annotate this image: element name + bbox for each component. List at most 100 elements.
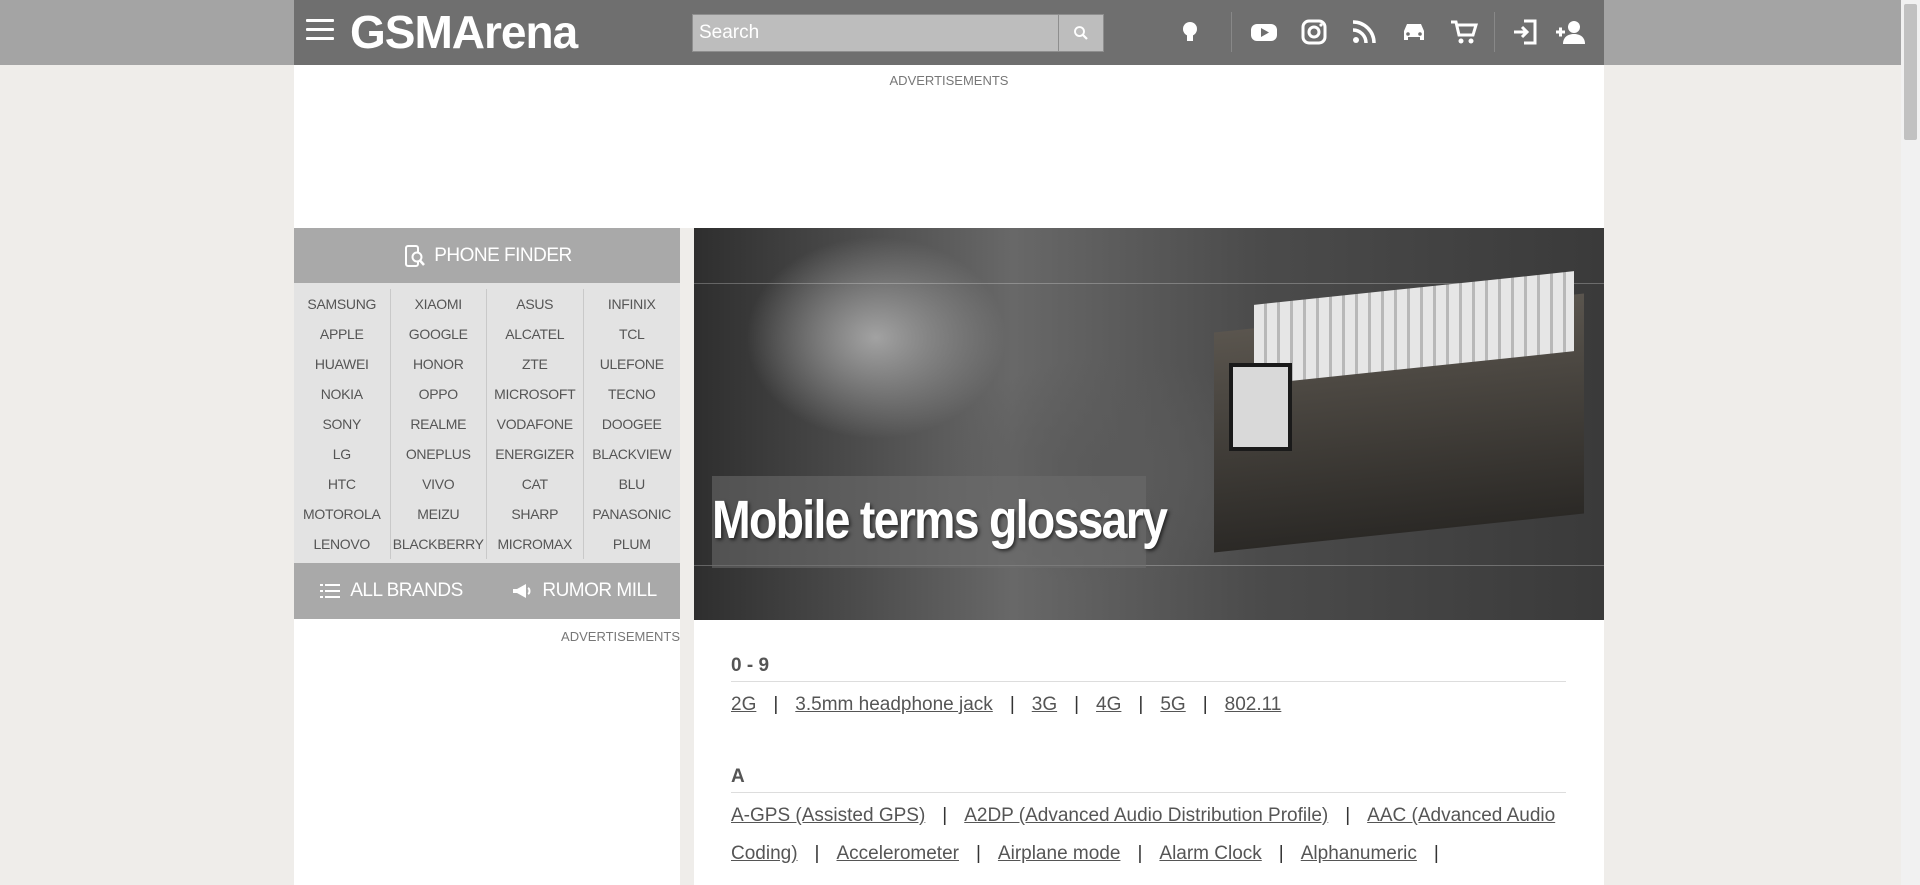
all-brands-button[interactable]: ALL BRANDS xyxy=(294,563,487,619)
header-divider xyxy=(1494,12,1495,52)
separator: | xyxy=(942,805,948,826)
ad-label: ADVERTISEMENTS xyxy=(889,73,1009,88)
glossary-content: 0 - 9 2G | 3.5mm headphone jack | 3G | 4G | 5G | 8… xyxy=(694,620,1604,885)
brand-link[interactable]: APPLE xyxy=(294,319,390,349)
term-link[interactable]: Airplane mode xyxy=(998,843,1121,864)
brand-column: SAMSUNG APPLE HUAWEI NOKIA SONY LG HTC M… xyxy=(294,289,391,559)
separator: | xyxy=(1009,694,1015,715)
search-input[interactable] xyxy=(693,15,1059,51)
brand-link[interactable]: LG xyxy=(294,439,390,469)
brand-link[interactable]: BLACKBERRY xyxy=(391,529,487,559)
term-link[interactable]: 5G xyxy=(1160,694,1185,715)
search-button[interactable] xyxy=(1058,15,1103,51)
separator: | xyxy=(1074,694,1080,715)
brand-link[interactable]: MEIZU xyxy=(391,499,487,529)
site-header: GSMArena xyxy=(294,0,1604,65)
all-brands-label: ALL BRANDS xyxy=(350,580,463,601)
brand-link[interactable]: BLU xyxy=(584,469,681,499)
login-icon[interactable] xyxy=(1510,16,1542,48)
term-link[interactable]: 3G xyxy=(1032,694,1057,715)
brand-column: INFINIX TCL ULEFONE TECNO DOOGEE BLACKVI… xyxy=(584,289,681,559)
brand-link[interactable]: REALME xyxy=(391,409,487,439)
scrollbar-thumb[interactable] xyxy=(1904,4,1917,140)
separator: | xyxy=(814,843,820,864)
brand-link[interactable]: PLUM xyxy=(584,529,681,559)
megaphone-icon xyxy=(513,584,531,598)
drawer-label-plate xyxy=(1229,363,1292,451)
cart-icon[interactable] xyxy=(1448,16,1480,48)
brand-link[interactable]: MICROMAX xyxy=(487,529,583,559)
ad-label: ADVERTISEMENTS xyxy=(561,629,680,644)
brand-link[interactable]: ULEFONE xyxy=(584,349,681,379)
page-scrollbar[interactable] xyxy=(1901,0,1920,885)
page-title: Mobile terms glossary xyxy=(712,490,1168,550)
term-list: A-GPS (Assisted GPS) | A2DP (Advanced Audi… xyxy=(731,797,1566,873)
term-link[interactable]: Alphanumeric xyxy=(1301,843,1417,864)
brand-link[interactable]: NOKIA xyxy=(294,379,390,409)
brand-list: SAMSUNG APPLE HUAWEI NOKIA SONY LG HTC M… xyxy=(294,283,680,563)
term-link[interactable]: 802.11 xyxy=(1225,694,1282,715)
brand-link[interactable]: GOOGLE xyxy=(391,319,487,349)
brand-link[interactable]: SHARP xyxy=(487,499,583,529)
separator: | xyxy=(1278,843,1284,864)
lightbulb-icon[interactable] xyxy=(1174,16,1206,48)
term-link[interactable]: A2DP (Advanced Audio Distribution Profil… xyxy=(964,805,1328,826)
rumor-mill-label: RUMOR MILL xyxy=(542,580,657,601)
add-user-icon[interactable] xyxy=(1554,16,1586,48)
section-heading: A xyxy=(731,766,1566,793)
menu-icon[interactable] xyxy=(306,19,334,45)
brand-link[interactable]: TCL xyxy=(584,319,681,349)
brand-column: XIAOMI GOOGLE HONOR OPPO REALME ONEPLUS … xyxy=(391,289,487,559)
search-box xyxy=(692,14,1104,52)
brand-link[interactable]: TECNO xyxy=(584,379,681,409)
list-icon xyxy=(320,584,341,598)
brand-link[interactable]: CAT xyxy=(487,469,583,499)
brand-link[interactable]: INFINIX xyxy=(584,289,681,319)
brand-link[interactable]: OPPO xyxy=(391,379,487,409)
brand-link[interactable]: HUAWEI xyxy=(294,349,390,379)
brand-link[interactable]: SONY xyxy=(294,409,390,439)
brand-link[interactable]: DOOGEE xyxy=(584,409,681,439)
sidebar: PHONE FINDER SAMSUNG APPLE HUAWEI NOKIA … xyxy=(294,228,680,885)
brand-link[interactable]: ALCATEL xyxy=(487,319,583,349)
brand-link[interactable]: SAMSUNG xyxy=(294,289,390,319)
separator: | xyxy=(1202,694,1208,715)
brand-link[interactable]: MOTOROLA xyxy=(294,499,390,529)
term-link[interactable]: 2G xyxy=(731,694,756,715)
rumor-mill-button[interactable]: RUMOR MILL xyxy=(487,563,680,619)
term-list: 2G | 3.5mm headphone jack | 3G | 4G | 5G | 802.11 xyxy=(731,686,1566,724)
youtube-icon[interactable] xyxy=(1248,16,1280,48)
brand-link[interactable]: ASUS xyxy=(487,289,583,319)
term-link[interactable]: 3.5mm headphone jack xyxy=(795,694,993,715)
site-logo[interactable]: GSMArena xyxy=(350,8,578,56)
brand-link[interactable]: BLACKVIEW xyxy=(584,439,681,469)
brand-link[interactable]: MICROSOFT xyxy=(487,379,583,409)
brand-link[interactable]: ENERGIZER xyxy=(487,439,583,469)
top-ad-area: ADVERTISEMENTS xyxy=(294,65,1604,228)
separator: | xyxy=(773,694,779,715)
rss-icon[interactable] xyxy=(1348,16,1380,48)
brand-link[interactable]: ZTE xyxy=(487,349,583,379)
term-link[interactable]: A-GPS (Assisted GPS) xyxy=(731,805,925,826)
brand-link[interactable]: LENOVO xyxy=(294,529,390,559)
phone-finder-button[interactable]: PHONE FINDER xyxy=(294,228,680,283)
brand-link[interactable]: ONEPLUS xyxy=(391,439,487,469)
term-link[interactable]: 4G xyxy=(1096,694,1121,715)
term-link[interactable]: Accelerometer xyxy=(836,843,959,864)
term-link[interactable]: Alarm Clock xyxy=(1159,843,1261,864)
instagram-icon[interactable] xyxy=(1298,16,1330,48)
hero-banner: Mobile terms glossary xyxy=(694,228,1604,620)
brand-link[interactable]: VIVO xyxy=(391,469,487,499)
brand-link[interactable]: PANASONIC xyxy=(584,499,681,529)
phone-finder-label: PHONE FINDER xyxy=(434,244,572,266)
separator: | xyxy=(1345,805,1351,826)
brand-link[interactable]: HONOR xyxy=(391,349,487,379)
glossary-section: 0 - 9 2G | 3.5mm headphone jack | 3G | 4G | 5G | 8… xyxy=(731,655,1566,724)
phone-finder-icon xyxy=(405,244,426,267)
brand-column: ASUS ALCATEL ZTE MICROSOFT VODAFONE ENER… xyxy=(487,289,584,559)
brand-link[interactable]: HTC xyxy=(294,469,390,499)
separator: | xyxy=(1138,694,1144,715)
brand-link[interactable]: XIAOMI xyxy=(391,289,487,319)
brand-link[interactable]: VODAFONE xyxy=(487,409,583,439)
car-icon[interactable] xyxy=(1398,16,1430,48)
